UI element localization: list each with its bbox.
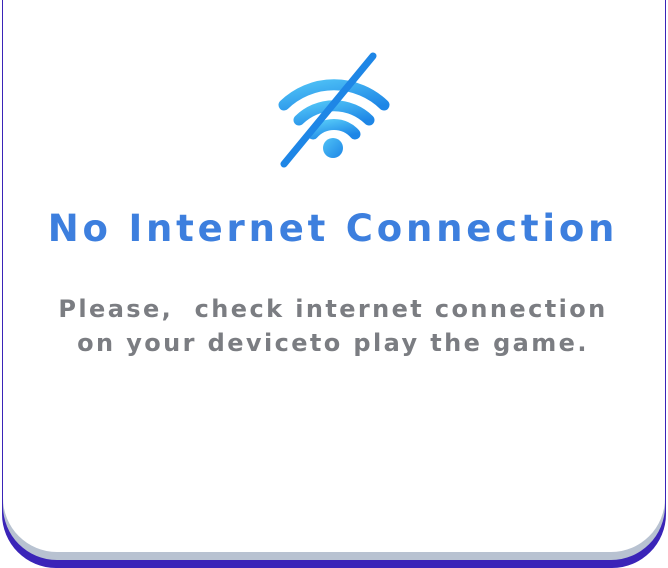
message-line: on your deviceto play the game. — [77, 329, 589, 357]
wifi-off-icon — [278, 52, 390, 168]
no-connection-screen: No Internet Connection Please, check int… — [0, 0, 668, 568]
dialog-message: Please, check internet connection on you… — [0, 292, 666, 360]
message-line: Please, check internet connection — [58, 295, 608, 323]
dialog-title: No Internet Connection — [47, 207, 619, 250]
